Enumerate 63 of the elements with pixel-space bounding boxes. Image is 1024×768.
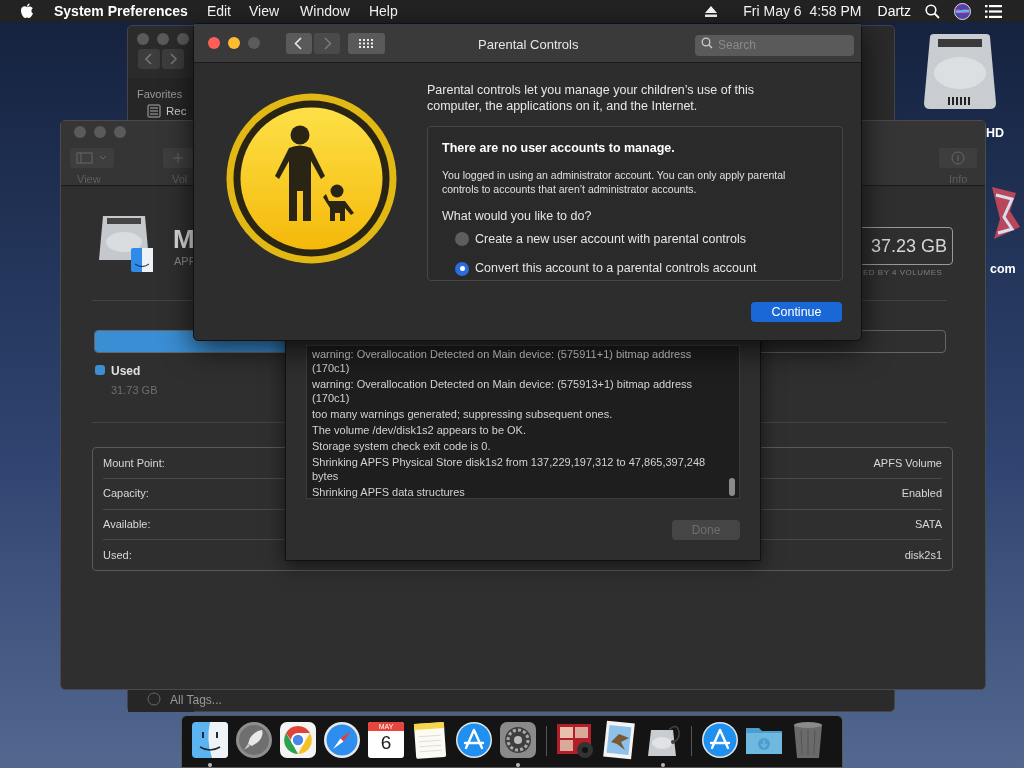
window-title: Parental Controls (478, 36, 579, 54)
log-line: The volume /dev/disk1s2 appears to be OK. (312, 423, 527, 437)
info-value: APFS Volume (873, 455, 942, 471)
info-label: Capacity: (103, 486, 149, 502)
menu-item[interactable]: Edit (206, 0, 231, 22)
info-value: Enabled (901, 486, 942, 502)
finder-icon[interactable] (190, 720, 230, 760)
menu-user-name[interactable]: Dartz (877, 0, 911, 22)
info-label: Available: (103, 517, 151, 533)
minimize-button[interactable] (228, 37, 240, 49)
notice-heading: There are no user accounts to manage. (442, 140, 676, 157)
siri-icon[interactable] (954, 2, 971, 20)
log-line: Shrinking APFS Physical Store disk1s2 from 137,229,197,312 to 47,865,397,248 bytes (312, 455, 707, 483)
sidebar-item[interactable]: Rec (166, 105, 187, 118)
parental-controls-icon (226, 93, 397, 264)
search-icon (701, 36, 713, 49)
menu-clock[interactable]: Fri May 6 4:58 PM (743, 0, 862, 22)
gear-icon[interactable] (498, 720, 538, 760)
radio-button[interactable] (455, 231, 469, 246)
intro-text: Parental controls let you manage your children’s use of this computer, the applications on it, and the Internet. (427, 82, 756, 114)
notice-body: You logged in using an administrator account. You can only apply parental controls to accounts that aren’t administrator accounts. (442, 167, 787, 196)
menu-app-name[interactable]: System Preferences (54, 0, 188, 22)
list-icon[interactable] (985, 4, 1002, 18)
hard-drive-icon[interactable] (922, 33, 998, 111)
info-label: Used: (103, 547, 132, 563)
menu-item[interactable]: View (249, 0, 280, 22)
radio-button[interactable] (455, 261, 469, 276)
sidebar-heading: Favorites (137, 87, 183, 102)
log-line: warning: Overallocation Detected on Main device: (575911+1) bitmap address (170c1) (312, 347, 693, 375)
app-store-icon[interactable] (700, 720, 740, 760)
menu-item[interactable]: Window (300, 0, 350, 22)
legend-label: Used (111, 363, 141, 380)
desktop-item-label[interactable]: HD (986, 124, 1005, 143)
log-line: too many warnings generated; suppressing subsequent ones. (312, 407, 614, 421)
continue-button[interactable]: Continue (751, 302, 842, 322)
menu-item[interactable]: Help (368, 0, 398, 22)
calendar-day: 6 (380, 731, 392, 755)
scrollbar-thumb[interactable] (729, 478, 735, 496)
close-button[interactable] (208, 37, 220, 49)
info-value: disk2s1 (904, 547, 942, 563)
app-store-icon[interactable] (454, 720, 494, 760)
radio-option[interactable]: Create a new user account with parental controls (455, 229, 828, 249)
apple-icon[interactable] (20, 3, 34, 19)
search-icon[interactable] (925, 3, 940, 19)
grid-button[interactable] (348, 32, 385, 54)
desktop-item-label[interactable]: com (990, 260, 1016, 279)
legend-value: 31.73 GB (111, 383, 158, 398)
info-label: Mount Point: (103, 455, 165, 471)
hard-drive-icon (97, 214, 155, 274)
tag-icon (147, 692, 161, 706)
eject-icon[interactable] (705, 5, 718, 17)
back-button[interactable] (286, 32, 312, 54)
compass-icon[interactable] (322, 720, 362, 760)
back-forward-buttons[interactable] (138, 49, 184, 69)
info-value: SATA (914, 517, 942, 533)
log-line: Storage system check exit code is 0. (312, 439, 492, 453)
sidebar-item[interactable]: All Tags... (170, 691, 222, 709)
log-line: Shrinking APFS data structures (312, 485, 466, 498)
radio-option[interactable]: Convert this account to a parental controls account (455, 259, 828, 278)
log-line: warning: Overallocation Detected on Main device: (575913+1) bitmap address (170c1) (312, 377, 694, 405)
browser-icon[interactable] (278, 720, 318, 760)
question-text: What would you like to do? (442, 207, 593, 225)
volume-name: M (173, 226, 195, 252)
